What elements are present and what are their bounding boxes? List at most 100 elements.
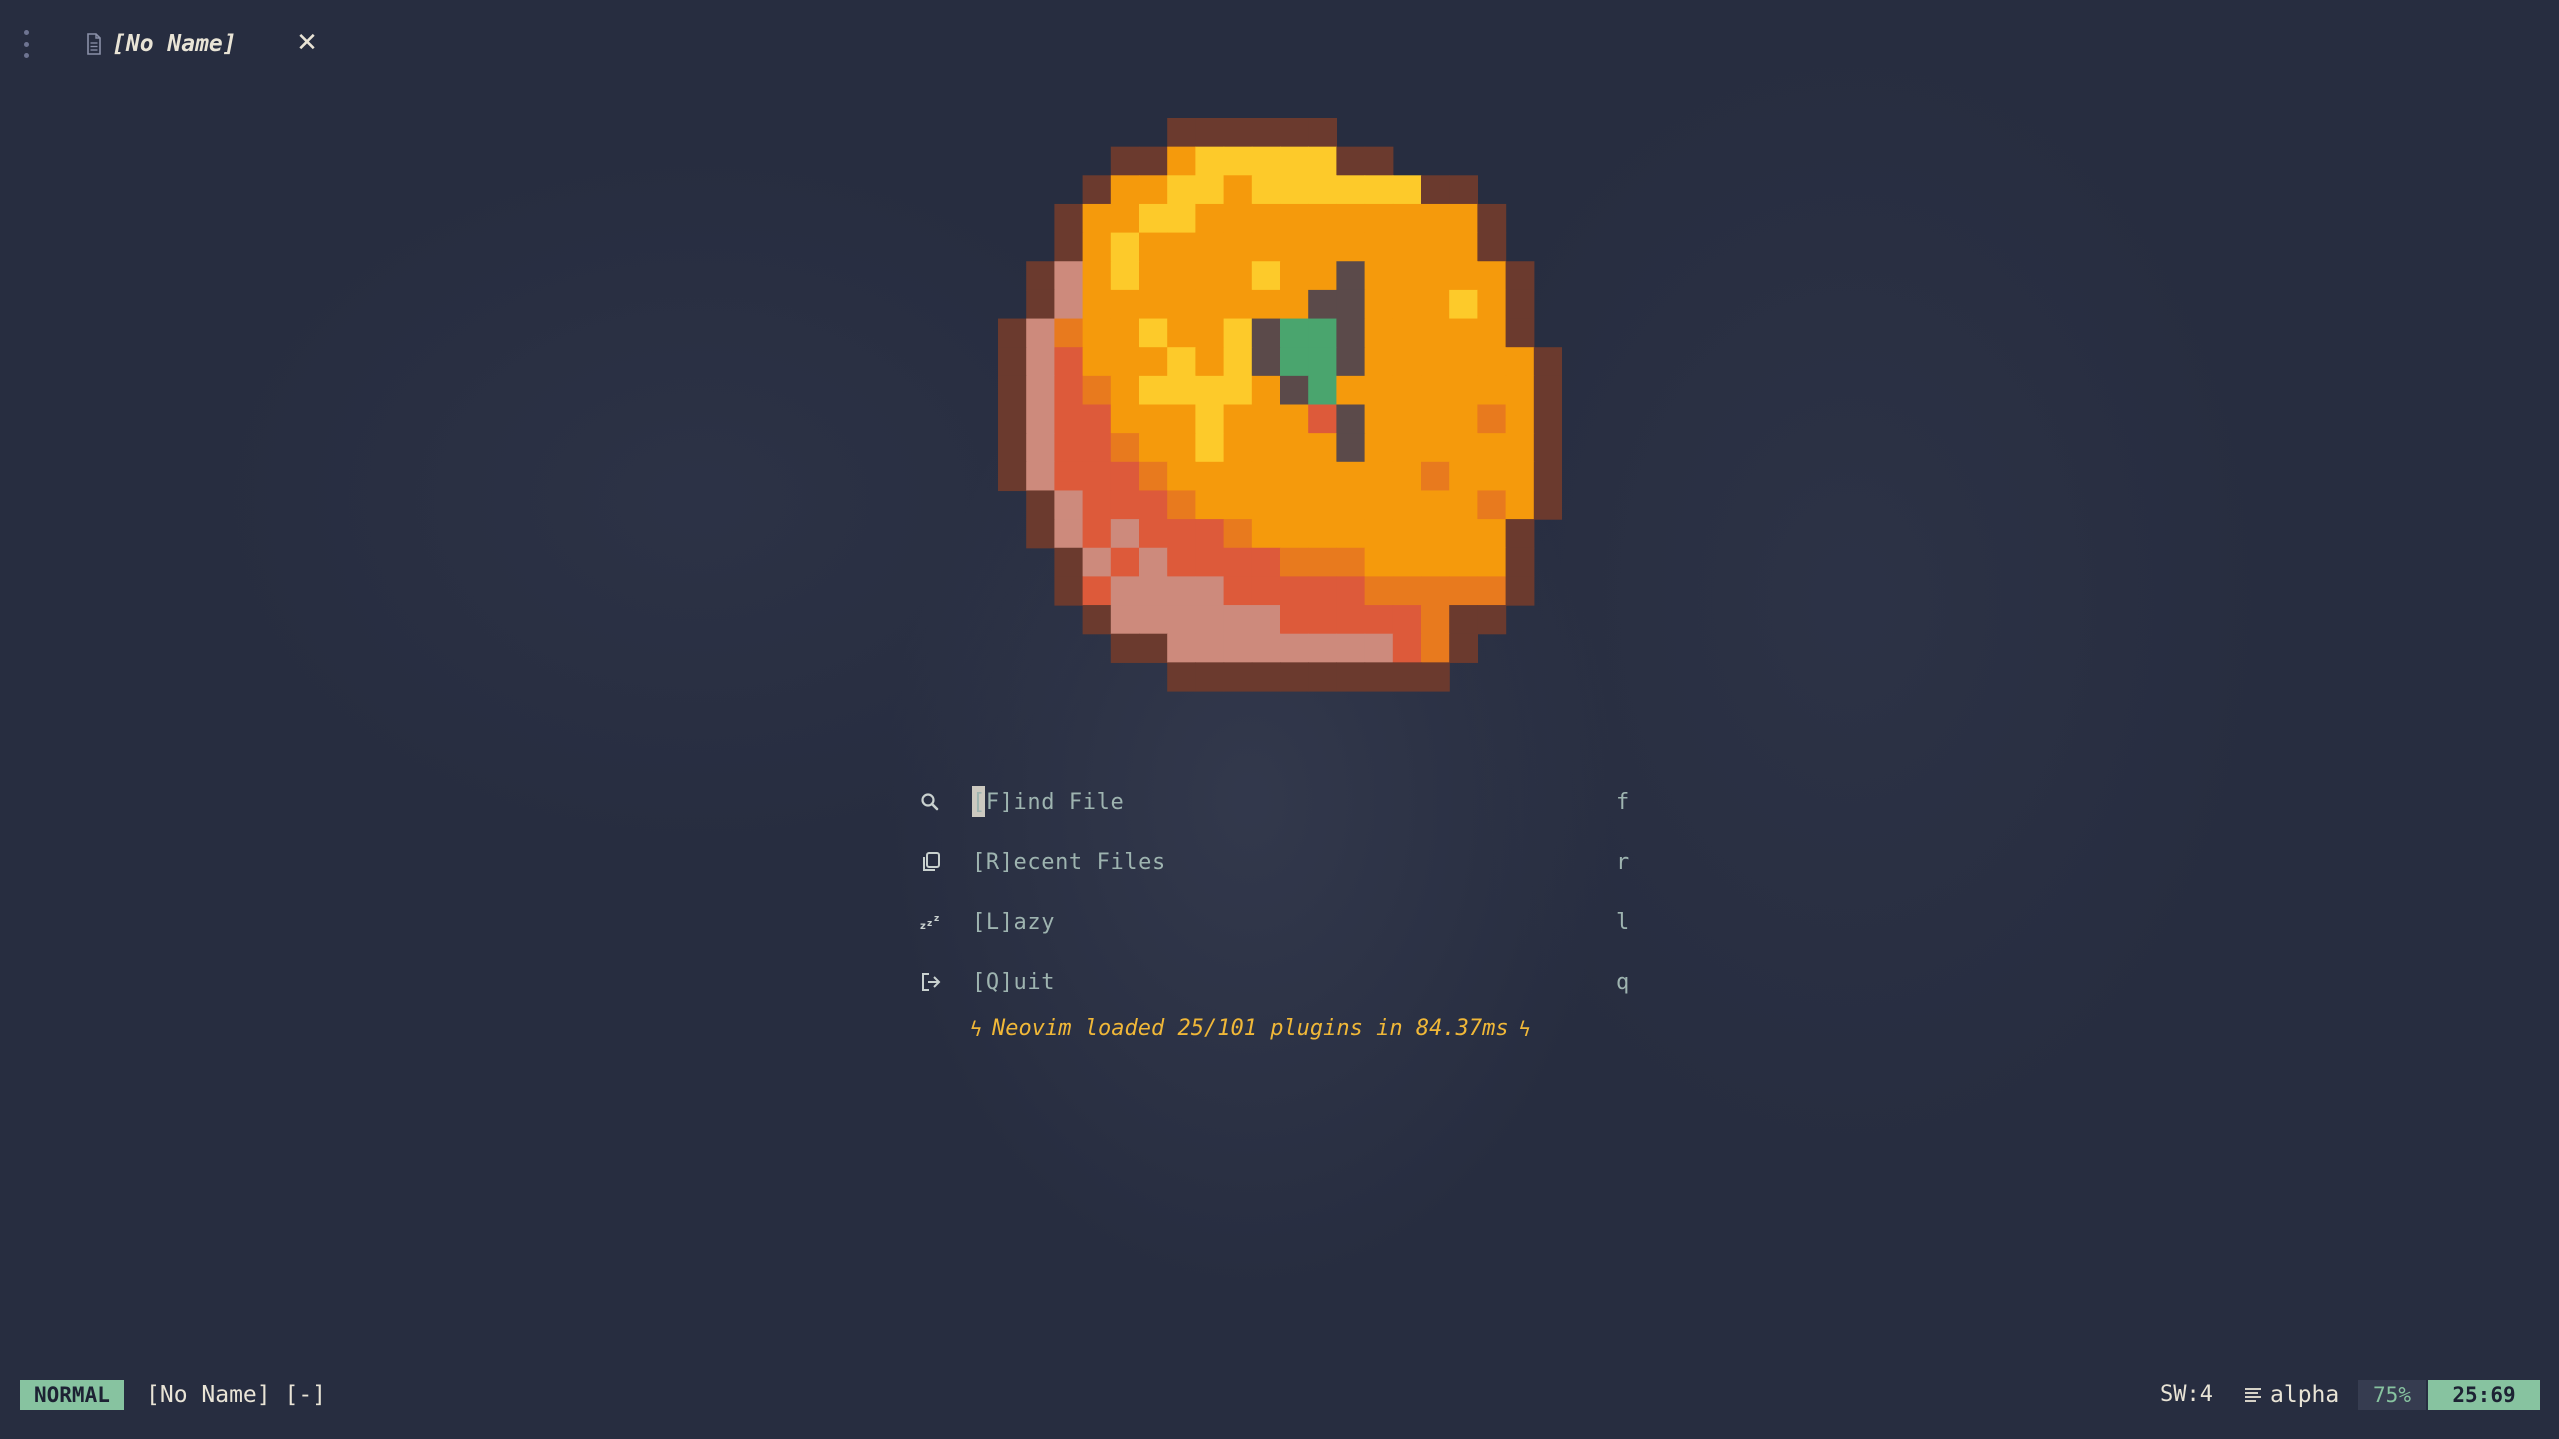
pixel (1195, 289, 1225, 320)
pixel (1364, 318, 1394, 348)
pixel (1195, 404, 1225, 434)
pixel (1392, 175, 1422, 205)
pixel (1392, 203, 1422, 234)
pixel-orange-svg (998, 118, 1562, 692)
pixel (1054, 203, 1084, 234)
pixel (1421, 576, 1450, 606)
pixel (1251, 146, 1281, 176)
pixel (1082, 461, 1112, 492)
pixel (1195, 519, 1225, 549)
pixel (1336, 289, 1366, 320)
pixel (1421, 547, 1450, 577)
pixel (1026, 347, 1055, 377)
buffer-tab[interactable]: [No Name] (86, 24, 237, 64)
sleep-icon: zzz (920, 908, 958, 936)
pixel (1421, 433, 1450, 463)
pixel (1421, 232, 1450, 262)
pixel (1167, 261, 1196, 291)
pixel (1392, 232, 1422, 262)
pixel (1110, 461, 1140, 492)
pixel (1082, 261, 1112, 291)
pixel (1195, 175, 1225, 205)
pixel (1364, 203, 1394, 234)
pixel (1533, 375, 1562, 406)
pixel (1421, 519, 1450, 549)
pixel (1421, 404, 1450, 434)
pixel (1223, 146, 1253, 176)
pixel (1110, 146, 1140, 176)
quit-button[interactable]: [Q]uit q (920, 952, 1640, 1012)
pixel (1449, 375, 1478, 406)
pixel (1308, 375, 1337, 406)
pixel (1139, 633, 1168, 663)
pixel (1054, 318, 1084, 348)
pixel (1392, 576, 1422, 606)
pixel (1421, 490, 1450, 520)
pixel (1280, 519, 1309, 549)
pixel (1421, 318, 1450, 348)
pixel (1421, 347, 1450, 377)
pixel (1110, 347, 1140, 377)
pixel (1026, 461, 1055, 492)
pixel (1308, 146, 1337, 176)
pixel (1054, 347, 1084, 377)
pixel (1392, 490, 1422, 520)
pixel (1167, 318, 1196, 348)
pixel (1167, 576, 1196, 606)
pixel (1139, 404, 1168, 434)
bolt-icon: ϟ (970, 1016, 983, 1041)
pixel (1308, 404, 1337, 434)
pixel (1392, 375, 1422, 406)
find-file-button[interactable]: [F]ind File f (920, 772, 1640, 832)
pixel (1477, 318, 1507, 348)
pixel (1421, 175, 1450, 205)
pixel (1026, 375, 1055, 406)
pixel (1139, 175, 1168, 205)
pixel (1139, 232, 1168, 262)
pixel (1421, 605, 1450, 635)
recent-files-button[interactable]: [R]ecent Files r (920, 832, 1640, 892)
pixel (1195, 146, 1225, 176)
pixel (1364, 433, 1394, 463)
pixel (1308, 490, 1337, 520)
pixel (1449, 547, 1478, 577)
pixel (1139, 576, 1168, 606)
pixel (1223, 404, 1253, 434)
pixel (1308, 203, 1337, 234)
vertical-dots-icon[interactable] (18, 30, 34, 58)
svg-text:z: z (934, 914, 939, 924)
lazy-button[interactable]: zzz [L]azy l (920, 892, 1640, 952)
pixel (1251, 547, 1281, 577)
pixel (1223, 547, 1253, 577)
pixel (1364, 633, 1394, 663)
startup-stats-text: Neovim loaded 25/101 plugins in 84.37ms (992, 1016, 1509, 1041)
pixel (1421, 261, 1450, 291)
pixel (1195, 318, 1225, 348)
pixel (1139, 289, 1168, 320)
pixel (998, 318, 1027, 348)
pixel (1449, 461, 1478, 492)
pixel (1336, 318, 1366, 348)
startup-footer: ϟ Neovim loaded 25/101 plugins in 84.37m… (970, 1016, 1590, 1041)
pixel (1110, 404, 1140, 434)
pixel (1167, 203, 1196, 234)
pixel (1251, 261, 1281, 291)
pixel (1336, 146, 1366, 176)
pixel (1082, 576, 1112, 606)
pixel (1336, 662, 1366, 692)
close-icon[interactable]: ✕ (294, 28, 320, 58)
pixel (1195, 203, 1225, 234)
pixel (1223, 203, 1253, 234)
pixel (1251, 175, 1281, 205)
pixel (1392, 519, 1422, 549)
pixel (1280, 576, 1309, 606)
pixel (1280, 605, 1309, 635)
pixel (1195, 490, 1225, 520)
lines-icon (2245, 1388, 2261, 1402)
pixel (1110, 318, 1140, 348)
pixel (1251, 404, 1281, 434)
mode-indicator: NORMAL (20, 1380, 124, 1410)
pixel (1364, 490, 1394, 520)
pixel (1139, 605, 1168, 635)
pixel (1392, 461, 1422, 492)
